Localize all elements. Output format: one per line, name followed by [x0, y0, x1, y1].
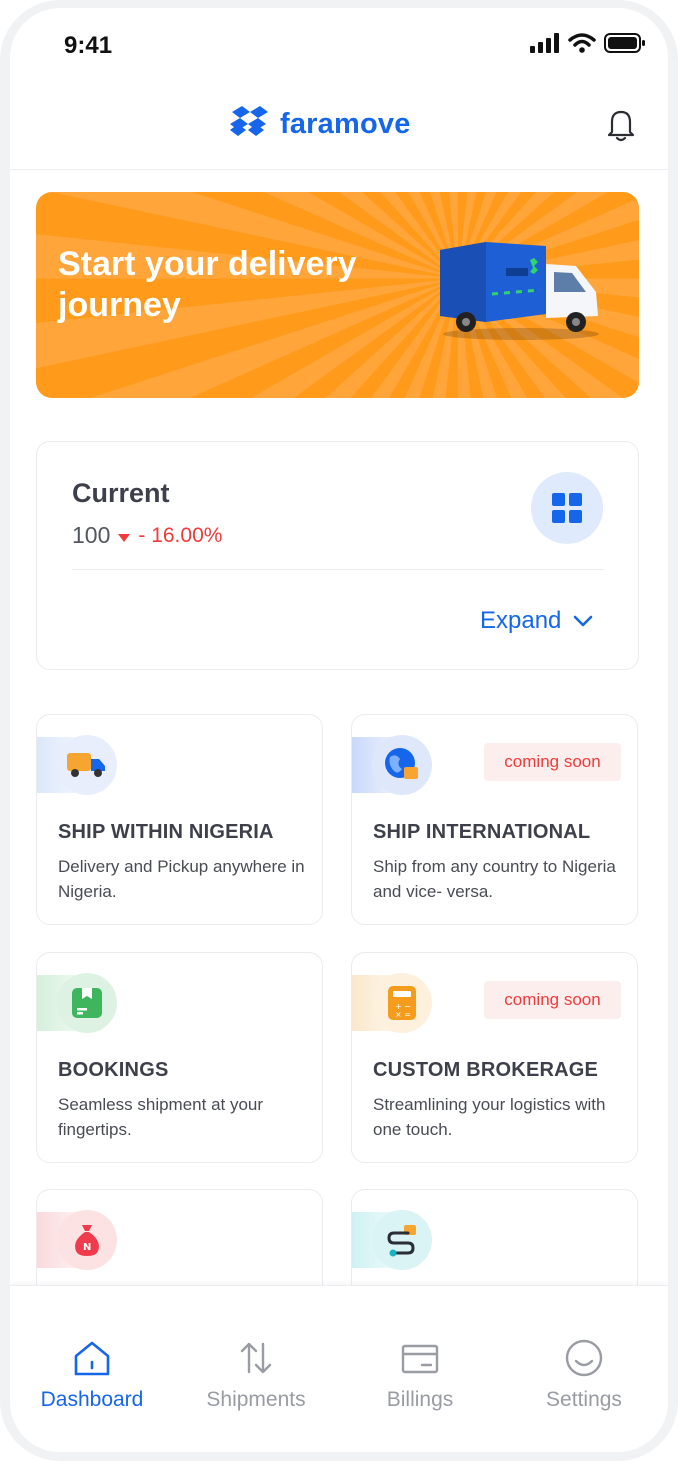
app-screen: 9:41 faramove Start your delivery journe… [10, 8, 668, 1452]
coming-soon-badge: coming soon [484, 981, 621, 1019]
service-description: Streamlining your logistics with one tou… [373, 1095, 606, 1139]
service-card-custom-brokerage[interactable]: + − × = coming soon CUSTOM BROKERAGE Str… [351, 952, 638, 1163]
route-icon-wrap [372, 1210, 432, 1270]
bottom-navigation: Dashboard Shipments Billings Settings [10, 1285, 668, 1452]
expand-label: Expand [480, 607, 562, 634]
nav-label: Billings [386, 1388, 454, 1411]
truck-icon [67, 753, 105, 777]
nav-item-shipments[interactable]: Shipments [174, 1286, 338, 1452]
current-value-row: 100 - 16.00% [72, 522, 222, 549]
service-description: Seamless shipment at your fingertips. [58, 1095, 264, 1139]
coming-soon-badge: coming soon [484, 743, 621, 781]
nav-label: Dashboard [40, 1388, 144, 1411]
logo-text: faramove [280, 107, 411, 140]
down-arrow-icon [118, 533, 131, 542]
service-title: BOOKINGS [58, 1059, 169, 1081]
home-icon [74, 1341, 110, 1376]
card-divider [72, 569, 604, 570]
expand-button[interactable]: Expand [480, 607, 593, 635]
calculator-icon: + − × = [388, 986, 416, 1020]
nav-item-settings[interactable]: Settings [502, 1286, 666, 1452]
current-change: - 16.00% [138, 523, 223, 547]
status-bar: 9:41 [10, 8, 668, 78]
money-bag-icon-wrap: N [57, 1210, 117, 1270]
nav-item-dashboard[interactable]: Dashboard [10, 1286, 174, 1452]
grid-view-button[interactable] [531, 472, 603, 544]
grid-icon [552, 493, 582, 523]
nav-label: Shipments [206, 1388, 306, 1411]
money-bag-icon: N [75, 1225, 99, 1256]
signal-icon [530, 33, 559, 53]
svg-text:N: N [83, 1242, 91, 1253]
wifi-icon [568, 33, 596, 53]
service-card-bookings[interactable]: BOOKINGS Seamless shipment at your finge… [36, 952, 323, 1163]
calculator-icon-wrap: + − × = [372, 973, 432, 1033]
delivery-truck-image [440, 242, 599, 340]
nav-label: Settings [546, 1388, 622, 1411]
service-title: SHIP INTERNATIONAL [373, 821, 591, 843]
service-title: CUSTOM BROKERAGE [373, 1059, 599, 1081]
svg-text:× =: × = [395, 1010, 411, 1019]
status-icons [530, 32, 646, 54]
current-summary-card: Current 100 - 16.00% Expand [36, 441, 639, 670]
booking-icon-wrap [57, 973, 117, 1033]
package-icon [72, 988, 102, 1018]
bell-icon[interactable] [606, 108, 636, 142]
service-title: SHIP WITHIN NIGERIA [58, 821, 274, 843]
logo-mark-icon [230, 106, 268, 136]
promo-banner[interactable]: Start your delivery journey [36, 192, 639, 398]
smile-icon [565, 1339, 603, 1377]
banner-title: Start your delivery journey [58, 245, 357, 324]
service-description: Ship from any country to Nigeria and vic… [373, 857, 616, 901]
app-header: faramove [10, 78, 668, 170]
nav-item-billings[interactable]: Billings [338, 1286, 502, 1452]
route-icon [387, 1225, 416, 1257]
arrows-updown-icon [240, 1342, 272, 1374]
globe-icon [385, 748, 418, 779]
phone-frame: 9:41 faramove Start your delivery journe… [0, 0, 678, 1461]
faramove-logo[interactable]: faramove [228, 104, 411, 144]
chevron-down-icon [574, 615, 593, 627]
battery-icon [604, 33, 645, 53]
service-card-ship-within-nigeria[interactable]: SHIP WITHIN NIGERIA Delivery and Pickup … [36, 714, 323, 925]
globe-icon-wrap [372, 735, 432, 795]
service-card-ship-international[interactable]: coming soon SHIP INTERNATIONAL Ship from… [351, 714, 638, 925]
card-icon [401, 1344, 439, 1374]
local-truck-icon-wrap [57, 735, 117, 795]
service-description: Delivery and Pickup anywhere in Nigeria. [58, 857, 305, 901]
status-time: 9:41 [64, 32, 113, 59]
current-value: 100 [72, 522, 111, 548]
current-title: Current [72, 478, 170, 508]
